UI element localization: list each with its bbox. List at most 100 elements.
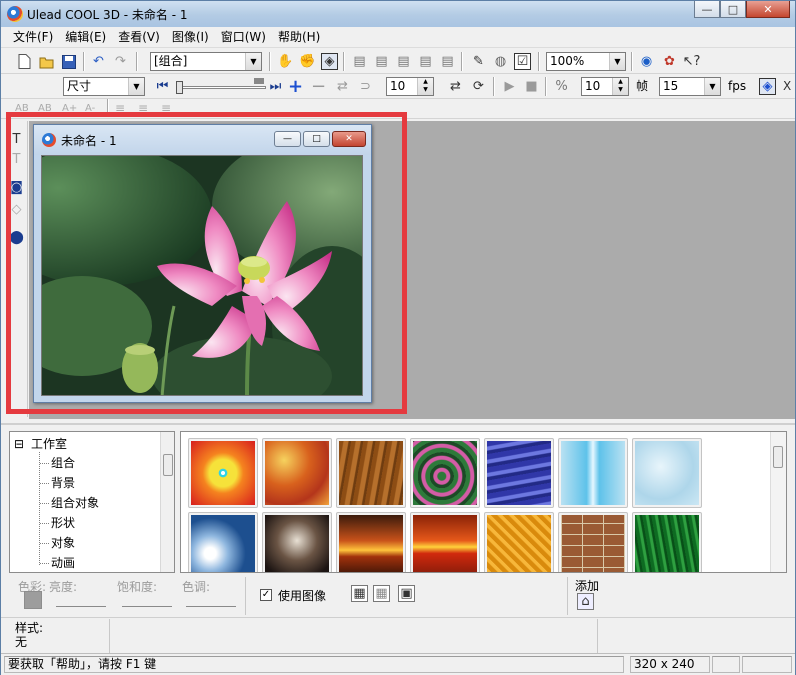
maximize-button[interactable]: □: [720, 1, 746, 18]
texture-thumb[interactable]: [188, 512, 258, 572]
new-file-icon[interactable]: [16, 53, 33, 70]
step-spinner[interactable]: 10 ▲ ▼: [386, 77, 434, 96]
texture-thumb[interactable]: [336, 438, 406, 508]
texture-thumb[interactable]: [262, 438, 332, 508]
image-edit-icon[interactable]: ▦: [373, 585, 390, 602]
image-load-icon[interactable]: ▣: [398, 585, 415, 602]
size-grip[interactable]: [742, 656, 792, 673]
hand-pan-icon[interactable]: ✋: [277, 53, 294, 70]
first-frame-icon[interactable]: ⏮: [154, 78, 171, 95]
menu-file[interactable]: 文件(F): [7, 28, 59, 47]
menu-image[interactable]: 图像(I): [166, 28, 215, 47]
hue-slider[interactable]: [186, 606, 236, 607]
color-swatch[interactable]: [24, 591, 42, 609]
smooth-icon[interactable]: ⊃: [357, 78, 374, 95]
document-title-bar[interactable]: 未命名 - 1 — □ ✕: [34, 125, 371, 155]
lotus-image-canvas[interactable]: [41, 155, 363, 396]
tree-item-object[interactable]: 对象: [51, 535, 75, 551]
layout-tool-3-icon[interactable]: ▤: [395, 53, 412, 70]
globe-icon[interactable]: ◍: [492, 53, 509, 70]
layout-tool-5-icon[interactable]: ▤: [439, 53, 456, 70]
reverse-icon[interactable]: ⇄: [334, 78, 351, 95]
remove-keyframe-icon[interactable]: −: [310, 76, 327, 97]
texture-thumb[interactable]: [188, 438, 258, 508]
last-frame-icon[interactable]: ⏭: [267, 78, 284, 95]
texture-thumb[interactable]: [632, 512, 702, 572]
texture-thumb[interactable]: [484, 512, 554, 572]
slider-handle[interactable]: [176, 81, 183, 94]
align-right-icon[interactable]: ≡: [161, 100, 171, 117]
close-button[interactable]: ✕: [746, 1, 790, 18]
tree-item-shape[interactable]: 形状: [51, 515, 75, 531]
texture-thumb[interactable]: [558, 512, 628, 572]
gallery-scrollbar[interactable]: [770, 432, 786, 572]
layout-tool-1-icon[interactable]: ▤: [351, 53, 368, 70]
stop-icon[interactable]: ■: [523, 78, 540, 95]
menu-help[interactable]: 帮助(H): [272, 28, 326, 47]
text-italic-tool[interactable]: AB: [38, 100, 52, 117]
object-view-icon[interactable]: ◈: [759, 78, 776, 95]
image-browse-icon[interactable]: ▦: [351, 585, 368, 602]
add-to-palette-icon[interactable]: ⌂: [577, 593, 594, 610]
play-icon[interactable]: ▶: [501, 78, 518, 95]
geometric-object-icon[interactable]: ⬤: [8, 229, 25, 246]
texture-thumb[interactable]: [410, 438, 480, 508]
zoom-combo[interactable]: 100% ▼: [546, 52, 626, 71]
timeline-slider[interactable]: [176, 78, 266, 95]
tree-root-studio[interactable]: 工作室: [31, 436, 67, 452]
add-keyframe-icon[interactable]: +: [287, 76, 304, 97]
menu-edit[interactable]: 编辑(E): [59, 28, 112, 47]
document-window[interactable]: 未命名 - 1 — □ ✕: [33, 124, 372, 403]
insert-text-icon[interactable]: T: [8, 131, 25, 148]
texture-thumb[interactable]: [632, 438, 702, 508]
tree-item-group-object[interactable]: 组合对象: [51, 495, 99, 511]
menu-window[interactable]: 窗口(W): [215, 28, 272, 47]
tree-collapse-icon[interactable]: ⊟: [14, 436, 24, 452]
texture-thumb[interactable]: [410, 512, 480, 572]
tree-item-background[interactable]: 背景: [51, 475, 75, 491]
3d-globe-icon[interactable]: ◉: [638, 53, 655, 70]
doc-close-button[interactable]: ✕: [332, 131, 366, 147]
scroll-thumb[interactable]: [163, 454, 173, 476]
undo-icon[interactable]: ↶: [90, 53, 107, 70]
tree-item-animation[interactable]: 动画: [51, 555, 75, 571]
align-center-icon[interactable]: ≡: [138, 100, 148, 117]
align-left-icon[interactable]: ≡: [115, 100, 125, 117]
context-help-icon[interactable]: ↖?: [683, 53, 701, 70]
minimize-button[interactable]: —: [694, 1, 720, 18]
frame-spinner[interactable]: 10 ▲ ▼: [581, 77, 629, 96]
edit-text-icon[interactable]: T: [8, 151, 25, 168]
doc-maximize-button[interactable]: □: [303, 131, 330, 147]
layout-tool-2-icon[interactable]: ▤: [373, 53, 390, 70]
saturation-slider[interactable]: [122, 606, 172, 607]
object-combo[interactable]: [组合] ▼: [150, 52, 262, 71]
edit-shape-icon[interactable]: ◇: [8, 201, 25, 218]
texture-thumb[interactable]: [484, 438, 554, 508]
percent-icon[interactable]: %: [553, 78, 570, 95]
size-combo[interactable]: 尺寸 ▼: [63, 77, 145, 96]
lighting-icon[interactable]: ✎: [470, 53, 487, 70]
rotate-hand-icon[interactable]: ✊: [299, 53, 316, 70]
use-image-checkbox[interactable]: ✓: [260, 589, 272, 601]
menu-view[interactable]: 查看(V): [112, 28, 166, 47]
tree-scrollbar[interactable]: [160, 432, 174, 572]
loop-icon[interactable]: ⇄: [447, 78, 464, 95]
check-square-icon[interactable]: ☑: [514, 53, 531, 70]
brightness-slider[interactable]: [56, 606, 106, 607]
layout-tool-4-icon[interactable]: ▤: [417, 53, 434, 70]
texture-thumb[interactable]: [336, 512, 406, 572]
insert-shape-icon[interactable]: ◙: [8, 179, 25, 196]
scroll-thumb[interactable]: [773, 446, 783, 468]
text-shrink-tool[interactable]: A-: [85, 100, 95, 117]
text-grow-tool[interactable]: A+: [62, 100, 77, 117]
select-object-icon[interactable]: ◈: [321, 53, 338, 70]
texture-thumb[interactable]: [558, 438, 628, 508]
open-folder-icon[interactable]: [38, 53, 55, 70]
doc-minimize-button[interactable]: —: [274, 131, 301, 147]
fps-combo[interactable]: 15 ▼: [659, 77, 721, 96]
save-icon[interactable]: [60, 53, 77, 70]
tree-item-group[interactable]: 组合: [51, 455, 75, 471]
effects-icon[interactable]: ✿: [661, 53, 678, 70]
redo-icon[interactable]: ↷: [112, 53, 129, 70]
text-bold-tool[interactable]: AB: [15, 100, 29, 117]
